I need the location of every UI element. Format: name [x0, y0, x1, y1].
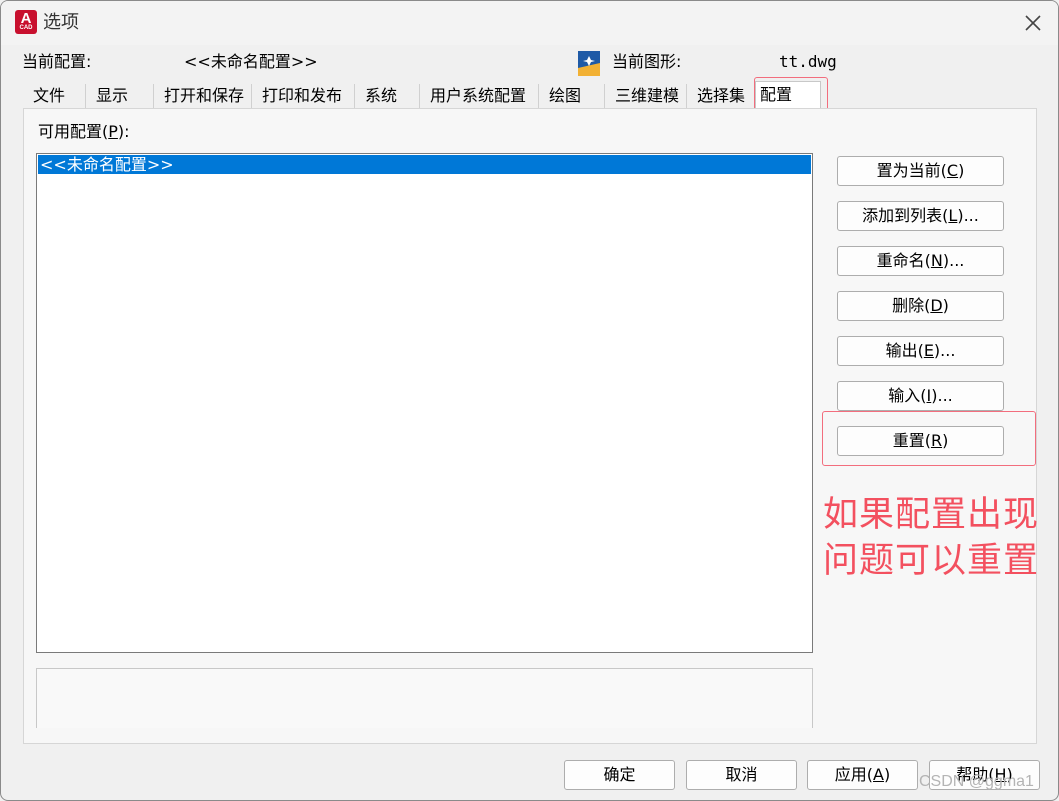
apply-button[interactable]: 应用(A) — [807, 760, 918, 790]
tab-system[interactable]: 系统 — [355, 84, 420, 108]
button-text: )... — [931, 386, 953, 405]
button-text: 删除( — [892, 296, 931, 315]
tab-plot-publish[interactable]: 打印和发布 — [252, 84, 355, 108]
current-drawing-value: tt.dwg — [779, 52, 837, 71]
title-bar[interactable]: A CAD 选项 — [1, 1, 1058, 45]
close-icon — [1025, 15, 1041, 31]
import-button[interactable]: 输入(I)... — [837, 381, 1004, 411]
button-text: 输出( — [885, 341, 924, 360]
add-to-list-button[interactable]: 添加到列表(L)... — [837, 201, 1004, 231]
label-prefix: 可用配置( — [38, 122, 109, 141]
button-text: 应用( — [834, 765, 874, 784]
rename-button[interactable]: 重命名(N)... — [837, 246, 1004, 276]
tab-user-preferences[interactable]: 用户系统配置 — [420, 84, 539, 108]
button-key: E — [923, 341, 934, 360]
button-text: ) — [883, 765, 891, 784]
cancel-button[interactable]: 取消 — [686, 760, 797, 790]
tab-display[interactable]: 显示 — [86, 84, 154, 108]
button-text: ) — [942, 296, 949, 315]
button-key: N — [930, 251, 943, 270]
tab-highlight-box — [754, 77, 828, 111]
label-key: P — [108, 122, 118, 141]
button-key: A — [873, 765, 884, 784]
export-button[interactable]: 输出(E)... — [837, 336, 1004, 366]
current-profile-value: <<未命名配置>> — [184, 52, 318, 71]
list-item[interactable]: <<未命名配置>> — [38, 155, 811, 174]
drawing-file-icon — [578, 51, 600, 76]
button-text: 添加到列表( — [862, 206, 949, 225]
delete-button[interactable]: 删除(D) — [837, 291, 1004, 321]
available-profiles-label: 可用配置(P): — [38, 121, 130, 143]
reset-highlight-box — [822, 411, 1036, 466]
profiles-listbox[interactable]: <<未命名配置>> — [36, 153, 813, 653]
button-text: 输入( — [888, 386, 927, 405]
button-key: D — [930, 296, 943, 315]
button-key: L — [948, 206, 958, 225]
watermark: CSDN @ggma1 — [919, 773, 1034, 790]
close-button[interactable] — [1019, 9, 1047, 37]
options-dialog: A CAD 选项 当前配置: <<未命名配置>> 当前图形: tt.dwg 文件… — [0, 0, 1059, 801]
window-title: 选项 — [43, 12, 79, 33]
button-text: )... — [957, 206, 979, 225]
tab-open-save[interactable]: 打开和保存 — [154, 84, 252, 108]
set-current-button[interactable]: 置为当前(C) — [837, 156, 1004, 186]
profile-description-box — [36, 668, 813, 728]
ok-button[interactable]: 确定 — [564, 760, 675, 790]
button-text: 置为当前( — [876, 161, 947, 180]
button-text: )... — [933, 341, 956, 360]
button-key: C — [946, 161, 959, 180]
button-text: 重命名( — [876, 251, 931, 270]
annotation-line-2: 问题可以重置 — [823, 541, 1040, 581]
label-suffix: ): — [117, 122, 130, 141]
tab-drafting[interactable]: 绘图 — [539, 84, 605, 108]
current-drawing-label: 当前图形: — [612, 52, 682, 71]
current-profile-label: 当前配置: — [22, 52, 92, 71]
tab-selection[interactable]: 选择集 — [687, 84, 755, 108]
tab-3d-modeling[interactable]: 三维建模 — [605, 84, 687, 108]
button-text: ) — [958, 161, 965, 180]
app-icon-sub: CAD — [19, 25, 33, 31]
annotation-line-1: 如果配置出现 — [823, 495, 1040, 535]
autocad-app-icon: A CAD — [15, 10, 37, 34]
button-text: )... — [942, 251, 965, 270]
tab-files[interactable]: 文件 — [23, 84, 86, 108]
